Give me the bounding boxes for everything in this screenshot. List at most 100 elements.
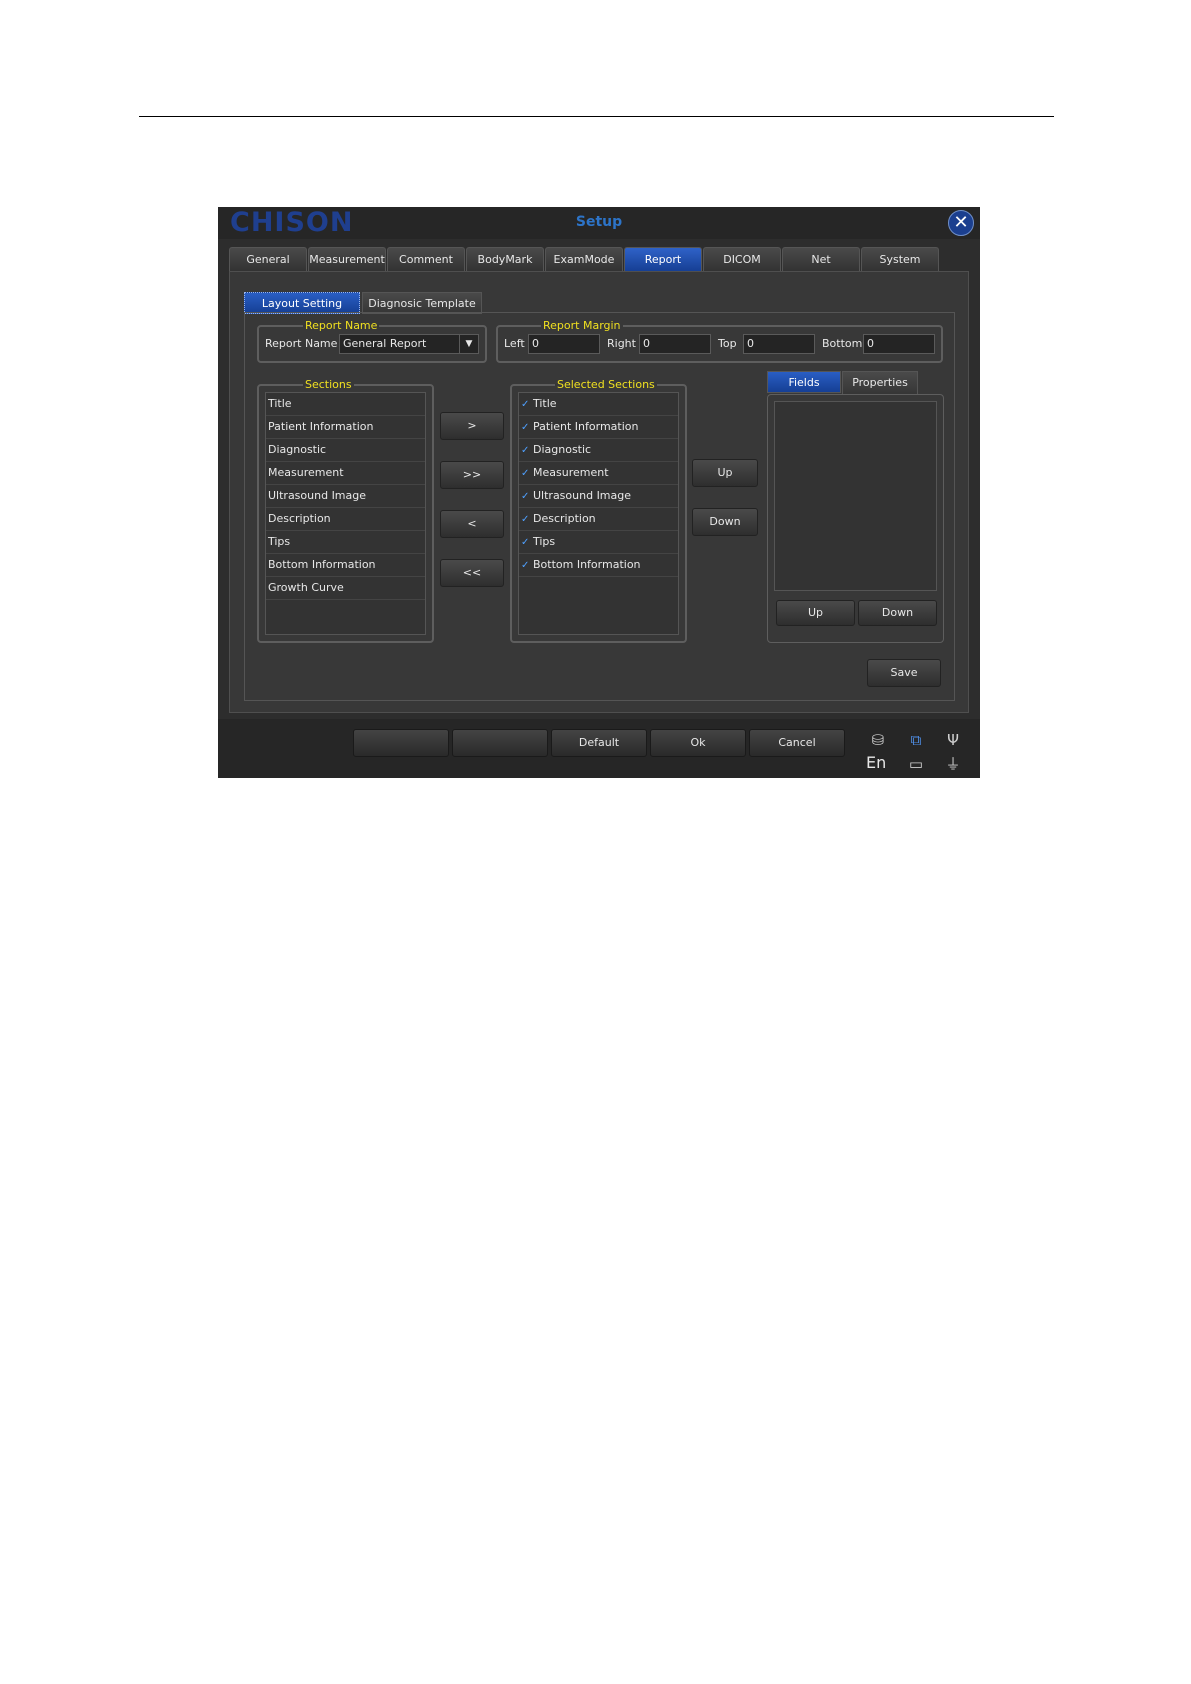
section-list-item-label: Patient Information [268,420,374,433]
margin-right-input[interactable]: 0 [639,334,711,354]
margin-left-input[interactable]: 0 [528,334,600,354]
margin-bottom-input[interactable]: 0 [863,334,935,354]
save-button[interactable]: Save [867,659,941,687]
report-name-group: Report Name Report Name General Report ▼ [257,319,487,363]
section-list-item[interactable]: Tips [266,531,425,554]
page-header-rule [139,116,1054,117]
ok-button[interactable]: Ok [650,729,746,757]
margin-top-input[interactable]: 0 [743,334,815,354]
section-list-item[interactable]: Diagnostic [266,439,425,462]
tab-net[interactable]: Net [782,247,860,271]
cancel-button[interactable]: Cancel [749,729,845,757]
margin-right-label: Right [607,337,636,350]
tab-measurement[interactable]: Measurement [308,247,386,271]
section-list-item-label: Ultrasound Image [268,489,367,502]
section-list-item[interactable]: Patient Information [266,416,425,439]
tab-report[interactable]: Report [624,247,702,271]
selected-section-list-item[interactable]: ✓ Patient Information [519,416,678,439]
selected-section-list-item-label: Tips [533,535,556,548]
tab-system[interactable]: System [861,247,939,271]
checkbox-checked-icon[interactable]: ✓ [521,463,533,485]
tab-dicom[interactable]: DICOM [703,247,781,271]
checkbox-checked-icon[interactable]: ✓ [521,509,533,531]
fields-down-button[interactable]: Down [858,600,937,626]
close-button[interactable]: ✕ [948,210,974,236]
move-down-button[interactable]: Down [692,508,758,536]
margin-bottom-label: Bottom [822,337,863,350]
title-bar: CHISON Setup ✕ [218,207,980,239]
selected-sections-group-label: Selected Sections [555,378,657,392]
selected-section-list-item[interactable]: ✓ Ultrasound Image [519,485,678,508]
language-indicator[interactable]: En [866,753,886,772]
report-name-label: Report Name [265,337,338,350]
tab-bodymark[interactable]: BodyMark [466,247,544,271]
tab-properties[interactable]: Properties [842,371,918,395]
selected-sections-group: Selected Sections ✓ Title ✓ Patient Informa… [510,378,687,643]
selected-section-list-item-label: Measurement [533,466,609,479]
selected-section-list-item-label: Ultrasound Image [533,489,632,502]
selected-section-list-item-label: Patient Information [533,420,639,433]
section-list-item-label: Diagnostic [268,443,327,456]
section-list-item[interactable]: Description [266,508,425,531]
checkbox-checked-icon[interactable]: ✓ [521,486,533,508]
section-list-item[interactable]: Growth Curve [266,577,425,600]
section-list-item[interactable]: Ultrasound Image [266,485,425,508]
section-list-item[interactable]: Bottom Information [266,554,425,577]
remove-section-button[interactable]: < [440,510,504,538]
selected-section-list-item[interactable]: ✓ Description [519,508,678,531]
blank-button-2[interactable] [452,729,548,757]
checkbox-checked-icon[interactable]: ✓ [521,417,533,439]
checkbox-checked-icon[interactable]: ✓ [521,394,533,416]
section-list-item-label: Tips [268,535,291,548]
selected-section-list-item-label: Diagnostic [533,443,592,456]
report-name-combo[interactable]: General Report ▼ [339,334,479,354]
report-panel: Layout Setting Diagnosic Template Report… [229,271,969,713]
subtab-diagnosic-template[interactable]: Diagnosic Template [362,292,482,314]
checkbox-checked-icon[interactable]: ✓ [521,555,533,577]
power-plug-icon: ⏚ [945,755,961,773]
selected-section-list-item-label: Bottom Information [533,558,641,571]
report-name-group-label: Report Name [303,319,380,333]
selected-section-list-item[interactable]: ✓ Title [519,393,678,416]
default-button[interactable]: Default [551,729,647,757]
report-margin-group: Report Margin Left 0 Right 0 Top 0 Botto… [496,319,943,363]
section-list-item-label: Description [268,512,331,525]
add-section-button[interactable]: > [440,412,504,440]
fields-up-button[interactable]: Up [776,600,855,626]
report-name-value: General Report [343,337,427,350]
selected-section-list-item-label: Title [533,397,557,410]
checkbox-checked-icon[interactable]: ✓ [521,440,533,462]
fields-list[interactable] [774,401,937,591]
blank-button-1[interactable] [353,729,449,757]
selected-section-list-item[interactable]: ✓ Tips [519,531,678,554]
selected-section-list-item[interactable]: ✓ Bottom Information [519,554,678,577]
usb-icon: Ψ [947,731,959,749]
tab-fields[interactable]: Fields [767,371,841,393]
selected-section-list-item[interactable]: ✓ Diagnostic [519,439,678,462]
margin-top-label: Top [718,337,737,350]
remove-all-sections-button[interactable]: << [440,559,504,587]
sections-group-label: Sections [303,378,354,392]
section-list-item-label: Title [268,397,292,410]
tab-comment[interactable]: Comment [387,247,465,271]
section-list-item[interactable]: Measurement [266,462,425,485]
tab-general[interactable]: General [229,247,307,271]
chevron-down-icon[interactable]: ▼ [459,335,478,353]
main-tabs: General Measurement Comment BodyMark Exa… [229,247,969,271]
fields-group: Up Down [767,394,944,643]
selected-section-list-item-label: Description [533,512,596,525]
checkbox-checked-icon[interactable]: ✓ [521,532,533,554]
section-list-item[interactable]: Title [266,393,425,416]
subtab-layout-setting[interactable]: Layout Setting [244,292,360,314]
bottom-bar: Default Ok Cancel ⛁ ⧉ Ψ En ▭ ⏚ [218,719,980,778]
margin-left-label: Left [504,337,525,350]
setup-window: CHISON Setup ✕ General Measurement Comme… [218,207,980,778]
move-up-button[interactable]: Up [692,459,758,487]
network-icon: ⧉ [910,731,922,749]
section-list-item-label: Growth Curve [268,581,344,594]
tab-exammode[interactable]: ExamMode [545,247,623,271]
selected-section-list-item[interactable]: ✓ Measurement [519,462,678,485]
window-title: Setup [575,214,623,230]
add-all-sections-button[interactable]: >> [440,461,504,489]
sections-list: Title Patient Information Diagnostic Measur… [265,392,426,635]
